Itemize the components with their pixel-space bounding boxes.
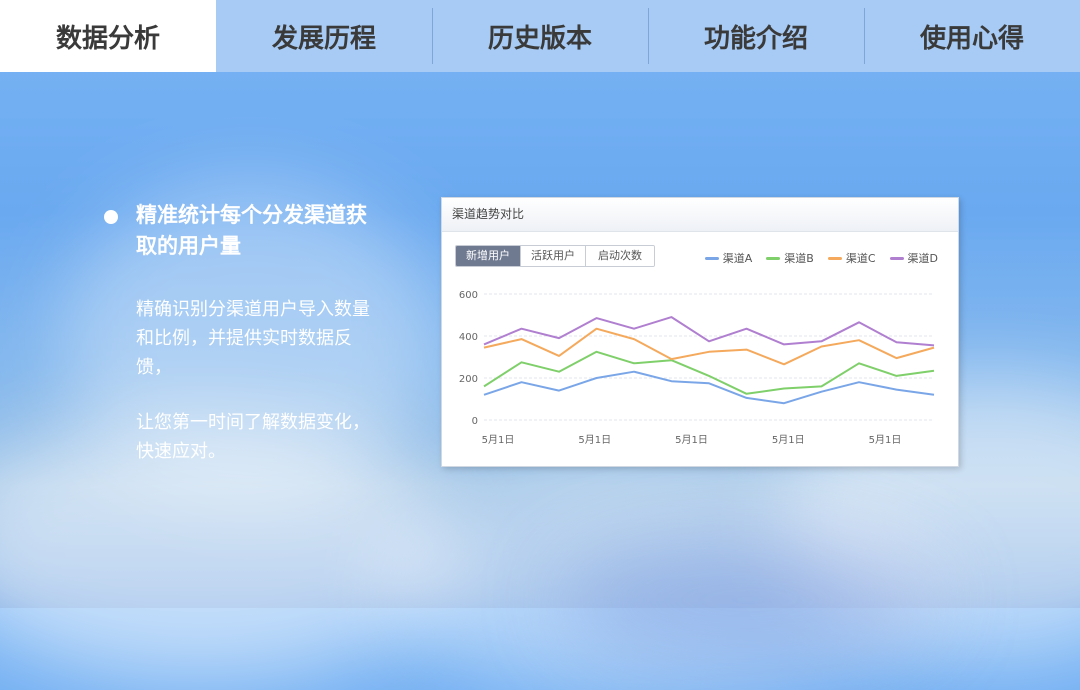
- tab-version-history[interactable]: 历史版本: [432, 0, 648, 72]
- y-tick-label-0: 0: [472, 416, 478, 427]
- tab-features[interactable]: 功能介绍: [648, 0, 864, 72]
- x-tick-label-3: 5月1日: [772, 434, 805, 446]
- line-chart: 0 200 400 600 5月1日 5月1日 5月1日 5月1日 5月1日: [459, 290, 935, 446]
- x-tick-label-2: 5月1日: [675, 434, 708, 446]
- x-tick-label-1: 5月1日: [578, 434, 611, 446]
- tab-development-history[interactable]: 发展历程: [216, 0, 432, 72]
- tab-data-analysis[interactable]: 数据分析: [0, 0, 216, 72]
- x-tick-label-4: 5月1日: [869, 434, 902, 446]
- y-tick-label-1: 200: [459, 374, 478, 385]
- section-heading: 精准统计每个分发渠道获取的用户量: [136, 203, 367, 258]
- x-tick-label-0: 5月1日: [482, 434, 515, 446]
- top-tab-bar: 数据分析 发展历程 历史版本 功能介绍 使用心得: [0, 0, 1080, 72]
- tab-user-experience[interactable]: 使用心得: [864, 0, 1080, 72]
- series-line-1: [483, 350, 935, 395]
- bullet-dot: [104, 210, 118, 224]
- description-paragraph-1: 精确识别分渠道用户导入数量和比例，并提供实时数据反馈，: [136, 299, 370, 378]
- chart-card: 渠道趋势对比 新增用户 活跃用户 启动次数 渠道A 渠道B 渠道C 渠道D 02…: [441, 197, 959, 467]
- series-line-2: [483, 327, 935, 366]
- y-tick-label-3: 600: [459, 290, 478, 301]
- description-paragraph-2: 让您第一时间了解数据变化，快速应对。: [136, 412, 370, 462]
- y-tick-label-2: 400: [459, 332, 478, 343]
- series-line-3: [483, 316, 935, 347]
